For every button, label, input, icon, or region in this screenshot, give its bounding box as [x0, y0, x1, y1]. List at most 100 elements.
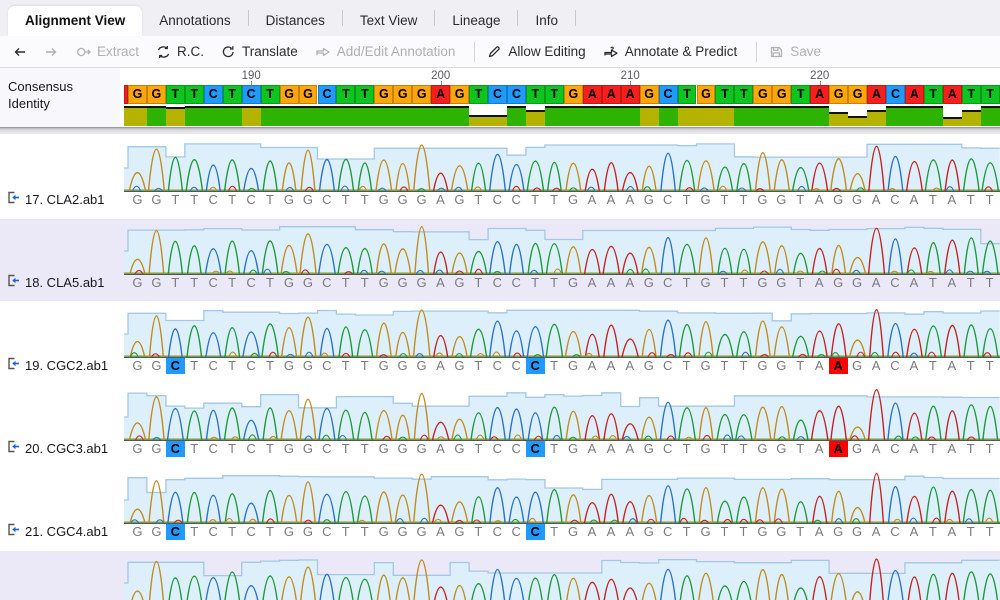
base-letter: T	[734, 524, 753, 540]
extract-button[interactable]: Extract	[76, 44, 139, 59]
base-call-letters[interactable]: GGTTCTCTGGCTTGGGAGTCCTTGAAAGCTGTTGGTAGGA…	[128, 192, 1000, 208]
tab-text-view[interactable]: Text View	[343, 6, 435, 36]
consensus-base-cell[interactable]: A	[431, 85, 450, 104]
consensus-base-cell[interactable]: C	[242, 85, 261, 104]
consensus-base-cell[interactable]: T	[526, 85, 545, 104]
consensus-base-cell[interactable]: G	[753, 85, 772, 104]
consensus-base-cell[interactable]: G	[147, 85, 166, 104]
base-letter: C	[317, 275, 336, 291]
base-letter: G	[298, 192, 317, 208]
reverse-complement-button[interactable]: R.C.	[156, 44, 204, 59]
base-letter: A	[620, 192, 639, 208]
tab-distances[interactable]: Distances	[249, 6, 342, 36]
allow-editing-button[interactable]: Allow Editing	[487, 44, 585, 59]
consensus-base-cell[interactable]: C	[659, 85, 678, 104]
base-letter: A	[904, 192, 923, 208]
trace-doc-icon	[6, 357, 20, 373]
base-call-letters[interactable]: GGCTCTCTGGCTTGGGAGTCCCTGAAAGCTGTTGGTAAGA…	[128, 441, 1000, 457]
back-button[interactable]	[12, 45, 27, 59]
consensus-base-cell[interactable]: G	[374, 85, 393, 104]
identity-column	[545, 106, 564, 126]
consensus-base-cell[interactable]: T	[545, 85, 564, 104]
add-edit-annotation-button[interactable]: Add/Edit Annotation	[315, 44, 456, 59]
save-button[interactable]: Save	[769, 44, 821, 59]
header-splitter[interactable]	[0, 127, 1000, 134]
base-letter: A	[583, 192, 602, 208]
consensus-base-cell[interactable]: G	[280, 85, 299, 104]
base-letter: C	[488, 524, 507, 540]
chromatogram-trace[interactable]	[124, 306, 1000, 358]
consensus-base-cell[interactable]: T	[981, 85, 1000, 104]
consensus-base-cell[interactable]: G	[848, 85, 867, 104]
consensus-base-cell[interactable]: G	[299, 85, 318, 104]
consensus-base-cell[interactable]: G	[450, 85, 469, 104]
consensus-base-cell[interactable]: A	[905, 85, 924, 104]
consensus-base-cell[interactable]: C	[507, 85, 526, 104]
consensus-base-cell[interactable]: T	[261, 85, 280, 104]
base-letter: C	[488, 192, 507, 208]
consensus-base-cell[interactable]: A	[621, 85, 640, 104]
consensus-base-cell[interactable]: T	[734, 85, 753, 104]
base-letter: C	[317, 441, 336, 457]
identity-column	[280, 106, 299, 126]
consensus-base-cell[interactable]: A	[602, 85, 621, 104]
forward-button[interactable]	[44, 45, 59, 59]
chromatogram-trace[interactable]	[124, 140, 1000, 192]
consensus-base-cell[interactable]: T	[355, 85, 374, 104]
consensus-base-cell[interactable]: C	[204, 85, 223, 104]
tab-info[interactable]: Info	[518, 6, 575, 36]
consensus-base-cell[interactable]: G	[829, 85, 848, 104]
identity-column	[772, 106, 791, 126]
row-label-cla2-ab1[interactable]: 17. CLA2.ab1	[6, 191, 120, 207]
row-label-cla5-ab1[interactable]: 18. CLA5.ab1	[6, 274, 120, 290]
consensus-base-cell[interactable]: T	[166, 85, 185, 104]
consensus-base-cell[interactable]: G	[393, 85, 412, 104]
tab-lineage[interactable]: Lineage	[435, 6, 517, 36]
consensus-base-cell[interactable]: A	[867, 85, 886, 104]
base-call-letters[interactable]: GGCTCTCTGGCTTGGGAGTCCCTGAAAGCTGTTGGTAGGA…	[128, 524, 1000, 540]
chromatogram-trace[interactable]	[124, 472, 1000, 524]
consensus-base-cell[interactable]: G	[412, 85, 431, 104]
base-call-letters[interactable]: GGCTCTCTGGCTTGGGAGTCCCTGAAAGCTGTTGGTAAGA…	[128, 358, 1000, 374]
base-letter: T	[677, 275, 696, 291]
consensus-base-cell[interactable]: T	[962, 85, 981, 104]
base-letter: G	[564, 441, 583, 457]
translate-button[interactable]: Translate	[221, 44, 298, 59]
consensus-base-cell[interactable]: A	[810, 85, 829, 104]
tab-separator	[575, 10, 576, 26]
consensus-base-cell[interactable]: T	[678, 85, 697, 104]
consensus-base-cell[interactable]: T	[924, 85, 943, 104]
base-call-letters[interactable]: GGTTCTCTGGCTTGGGAGTCCTTGAAAGCTGTTGGTAGGA…	[128, 275, 1000, 291]
base-letter: A	[601, 192, 620, 208]
consensus-base-cell[interactable]: T	[223, 85, 242, 104]
consensus-base-cell[interactable]: T	[715, 85, 734, 104]
consensus-base-cell[interactable]: G	[128, 85, 147, 104]
consensus-base-cell[interactable]: G	[772, 85, 791, 104]
consensus-base-cell[interactable]: T	[185, 85, 204, 104]
base-letter: C	[886, 358, 905, 374]
base-letter: C	[204, 358, 223, 374]
row-label-cgc4-ab1[interactable]: 21. CGC4.ab1	[6, 523, 120, 539]
consensus-base-cell[interactable]: T	[469, 85, 488, 104]
base-letter: T	[469, 192, 488, 208]
consensus-base-cell[interactable]: C	[886, 85, 905, 104]
tab-annotations[interactable]: Annotations	[142, 6, 247, 36]
consensus-base-cell[interactable]: T	[336, 85, 355, 104]
consensus-base-cell[interactable]: C	[318, 85, 337, 104]
consensus-base-cell[interactable]: G	[640, 85, 659, 104]
row-label-cgc2-ab1[interactable]: 19. CGC2.ab1	[6, 357, 120, 373]
base-letter: T	[526, 275, 545, 291]
consensus-base-cell[interactable]: G	[697, 85, 716, 104]
consensus-base-cell[interactable]: T	[791, 85, 810, 104]
consensus-base-cell[interactable]: G	[564, 85, 583, 104]
chromatogram-trace[interactable]	[124, 555, 1000, 600]
consensus-base-cell[interactable]: C	[488, 85, 507, 104]
consensus-base-cell[interactable]: A	[943, 85, 962, 104]
chromatogram-trace[interactable]	[124, 389, 1000, 441]
chromatogram-trace[interactable]	[124, 223, 1000, 275]
row-label-cgc3-ab1[interactable]: 20. CGC3.ab1	[6, 440, 120, 456]
tab-alignment-view[interactable]: Alignment View	[8, 6, 142, 36]
base-letter: C	[658, 192, 677, 208]
consensus-base-cell[interactable]: A	[583, 85, 602, 104]
annotate-predict-button[interactable]: Annotate & Predict	[603, 44, 738, 59]
